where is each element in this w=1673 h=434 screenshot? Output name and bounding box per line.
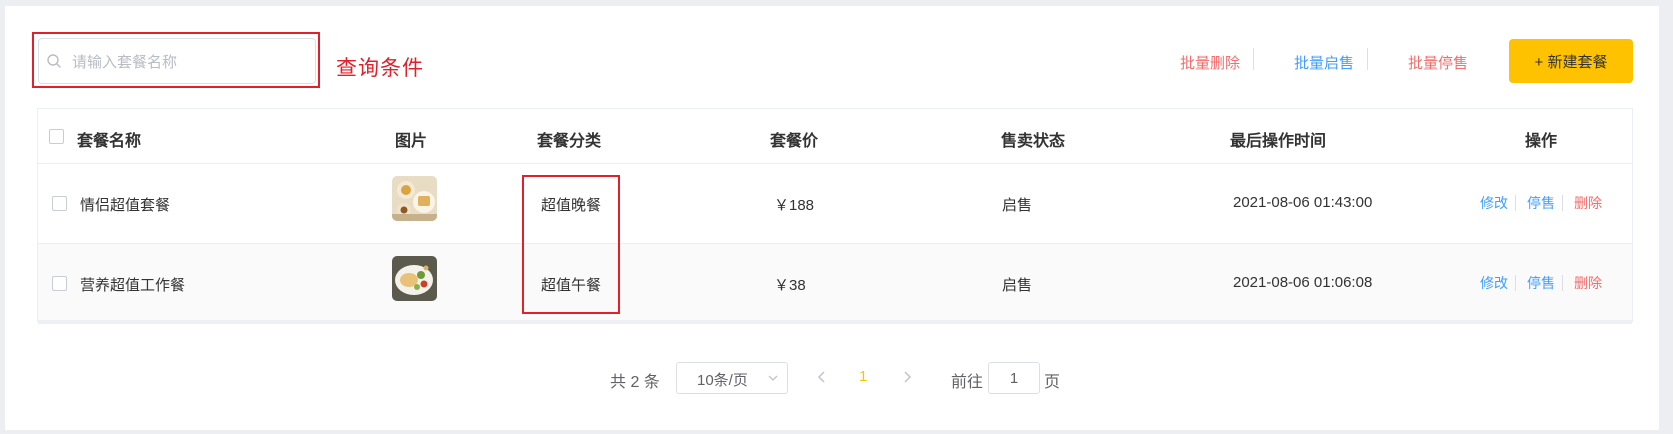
goto-page-input[interactable] [988, 362, 1040, 394]
search-input[interactable] [70, 44, 314, 80]
header-price: 套餐价 [770, 133, 819, 150]
toolbar-divider [1367, 48, 1368, 70]
new-combo-button[interactable]: + 新建套餐 [1509, 39, 1633, 83]
row-name: 情侣超值套餐 [80, 197, 171, 214]
batch-enable-button[interactable]: 批量启售 [1294, 52, 1354, 73]
row-updated: 2021-08-06 01:06:08 [1233, 274, 1373, 291]
edit-link[interactable]: 修改 [1480, 273, 1508, 293]
goto-label: 前往 [951, 374, 984, 391]
action-divider [1515, 195, 1516, 211]
row-updated: 2021-08-06 01:43:00 [1233, 194, 1373, 211]
row-status: 启售 [1002, 197, 1033, 214]
chevron-right-icon[interactable] [900, 369, 914, 385]
row-checkbox[interactable] [52, 196, 67, 211]
search-icon [47, 54, 61, 68]
disable-link[interactable]: 停售 [1527, 193, 1555, 213]
header-name: 套餐名称 [77, 133, 142, 150]
row-price: ￥188 [774, 197, 815, 214]
chevron-left-icon[interactable] [815, 369, 829, 385]
row-checkbox[interactable] [52, 276, 67, 291]
table-row [38, 164, 1632, 244]
row-price: ￥38 [774, 277, 806, 294]
row-name: 营养超值工作餐 [80, 277, 186, 294]
toolbar-divider [1253, 48, 1254, 70]
header-image: 图片 [395, 133, 428, 150]
delete-link[interactable]: 删除 [1574, 273, 1602, 293]
table-row [38, 244, 1632, 324]
pagination-total: 共 2 条 [610, 374, 660, 391]
disable-link[interactable]: 停售 [1527, 273, 1555, 293]
action-divider [1562, 195, 1563, 211]
select-all-checkbox[interactable] [49, 129, 64, 144]
query-conditions-annotation: 查询条件 [336, 56, 424, 80]
header-actions: 操作 [1525, 133, 1558, 150]
edit-link[interactable]: 修改 [1480, 193, 1508, 213]
combo-thumbnail [392, 176, 437, 221]
row-status: 启售 [1002, 277, 1033, 294]
batch-delete-button[interactable]: 批量删除 [1180, 52, 1240, 73]
delete-link[interactable]: 删除 [1574, 193, 1602, 213]
page-size-value: 10条/页 [697, 372, 748, 389]
header-updated: 最后操作时间 [1230, 133, 1327, 150]
category-annotation-box [522, 175, 620, 314]
header-category: 套餐分类 [537, 133, 602, 150]
combo-thumbnail [392, 256, 437, 301]
page-number-current[interactable]: 1 [859, 368, 867, 385]
chevron-down-icon [768, 375, 778, 381]
batch-disable-button[interactable]: 批量停售 [1408, 52, 1468, 73]
action-divider [1562, 275, 1563, 291]
action-divider [1515, 275, 1516, 291]
table-header [37, 108, 1633, 164]
header-status: 售卖状态 [1001, 133, 1066, 150]
goto-suffix: 页 [1044, 374, 1061, 391]
